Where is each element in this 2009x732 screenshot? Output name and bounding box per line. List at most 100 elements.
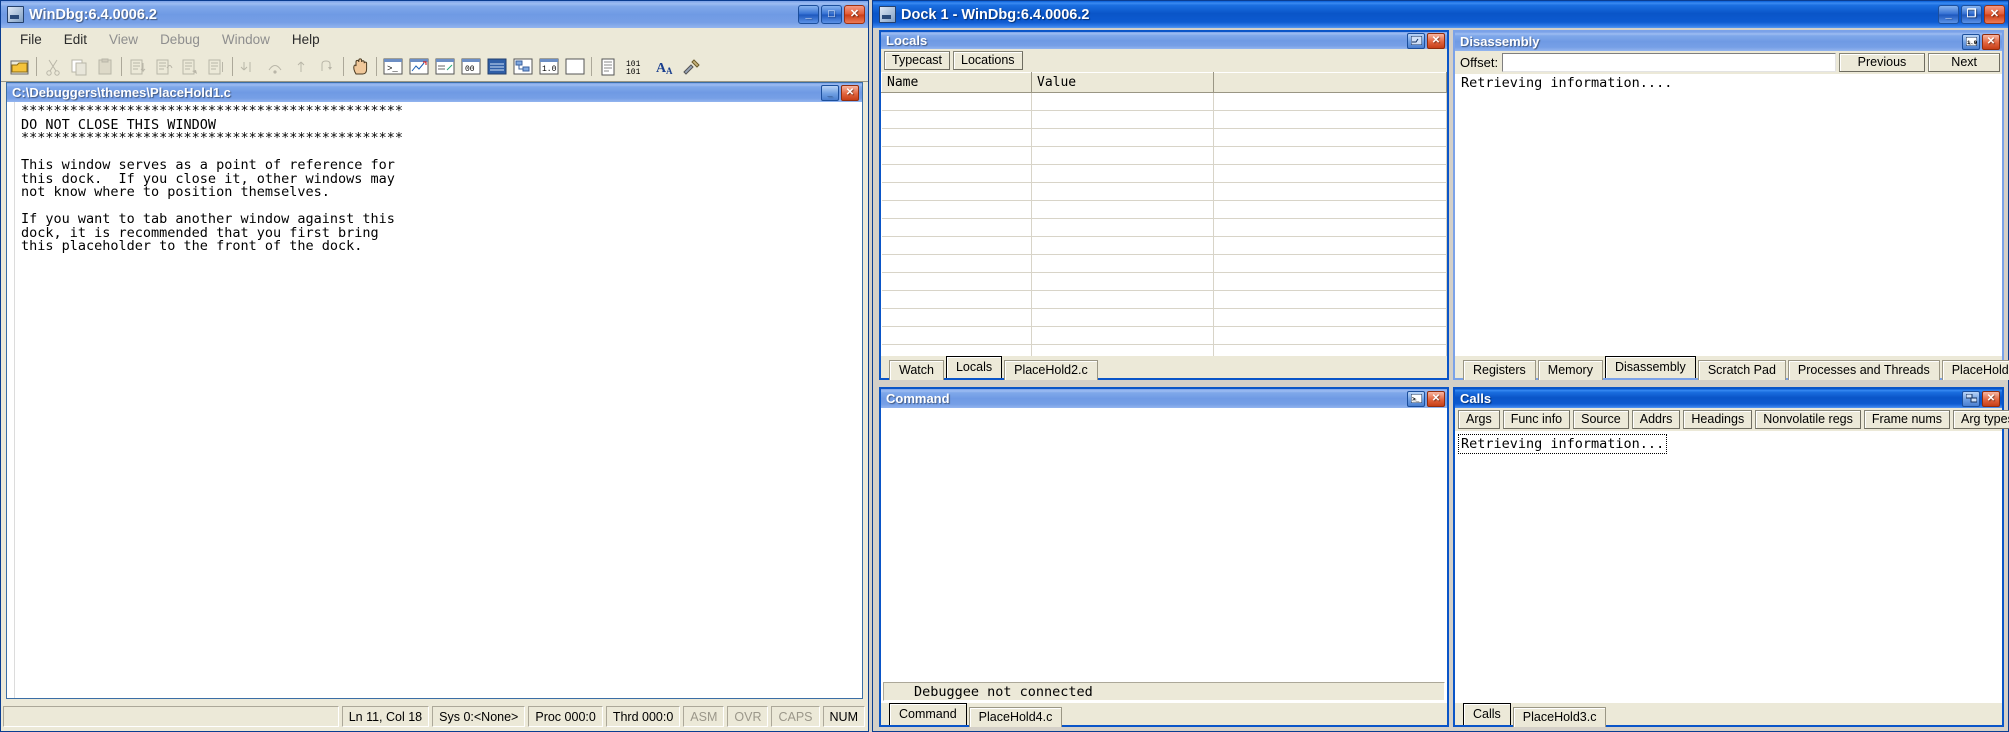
- cell[interactable]: [881, 254, 1032, 274]
- cell[interactable]: [1213, 92, 1447, 112]
- cell[interactable]: [1213, 308, 1447, 328]
- cell[interactable]: [881, 110, 1032, 130]
- typecast-button[interactable]: Typecast: [884, 51, 951, 71]
- calls-window-icon[interactable]: [511, 55, 535, 78]
- tab-watch[interactable]: Watch: [889, 360, 944, 380]
- cell[interactable]: [881, 128, 1032, 148]
- minimize-button[interactable]: _: [798, 5, 819, 24]
- arg-types-button[interactable]: Arg types: [1953, 410, 2009, 429]
- calls-close-button[interactable]: ✕: [1982, 390, 2000, 407]
- disassembly-window-icon[interactable]: 1.0: [537, 55, 561, 78]
- source-minimize-button[interactable]: _: [821, 84, 839, 101]
- break-source-icon[interactable]: [204, 55, 228, 78]
- frame-nums-button[interactable]: Frame nums: [1863, 410, 1951, 429]
- headings-button[interactable]: Headings: [1683, 410, 1753, 429]
- tab-locals[interactable]: Locals: [945, 356, 1003, 378]
- break-hand-icon[interactable]: [348, 55, 372, 78]
- next-button[interactable]: Next: [1928, 53, 2000, 72]
- step-over-icon[interactable]: [263, 55, 287, 78]
- locals-undock-icon[interactable]: [1407, 32, 1425, 49]
- dock-close-button[interactable]: ✕: [1984, 5, 2005, 24]
- source-button[interactable]: Source: [1573, 410, 1629, 429]
- column-header-name[interactable]: Name: [881, 72, 1032, 94]
- addrs-button[interactable]: Addrs: [1631, 410, 1681, 429]
- cell[interactable]: [1213, 110, 1447, 130]
- cell[interactable]: [1213, 146, 1447, 166]
- menu-debug[interactable]: Debug: [149, 30, 211, 49]
- tab-placehold2-c[interactable]: PlaceHold2.c: [1004, 360, 1098, 380]
- table-row[interactable]: [881, 164, 1447, 184]
- func-info-button[interactable]: Func info: [1502, 410, 1571, 429]
- tab-registers[interactable]: Registers: [1463, 360, 1536, 380]
- cell[interactable]: [881, 92, 1032, 112]
- cell[interactable]: [881, 200, 1032, 220]
- disassembly-close-button[interactable]: ✕: [1982, 33, 2000, 50]
- table-row[interactable]: [881, 308, 1447, 328]
- dock-app-icon[interactable]: [879, 6, 896, 23]
- cell[interactable]: [1031, 290, 1214, 310]
- tab-scratch-pad[interactable]: Scratch Pad: [1697, 360, 1786, 380]
- locals-grid-area[interactable]: Name Value: [881, 72, 1447, 356]
- open-folder-icon[interactable]: [8, 55, 32, 78]
- main-window-titlebar[interactable]: WinDbg:6.4.0006.2 _ □ ✕: [1, 1, 868, 28]
- font-icon[interactable]: AA: [654, 55, 678, 78]
- table-row[interactable]: [881, 128, 1447, 148]
- command-close-button[interactable]: ✕: [1427, 390, 1445, 407]
- dock-window-titlebar[interactable]: Dock 1 - WinDbg:6.4.0006.2 _ ❐ ✕: [873, 1, 2008, 28]
- cell[interactable]: [881, 308, 1032, 328]
- tab-calls[interactable]: Calls: [1463, 703, 1511, 725]
- cell[interactable]: [881, 344, 1032, 356]
- disassembly-undock-icon[interactable]: 1.0: [1962, 33, 1980, 50]
- column-header-value[interactable]: Value: [1031, 72, 1214, 94]
- locals-titlebar[interactable]: Locals ✕: [881, 32, 1447, 50]
- close-button[interactable]: ✕: [844, 5, 865, 24]
- disassembly-titlebar[interactable]: Disassembly 1.0 ✕: [1455, 32, 2002, 51]
- step-into-icon[interactable]: [237, 55, 261, 78]
- cell[interactable]: [1213, 128, 1447, 148]
- menu-edit[interactable]: Edit: [53, 30, 98, 49]
- source-close-button[interactable]: ✕: [841, 84, 859, 101]
- step-into-source-icon[interactable]: [126, 55, 150, 78]
- windbg-app-icon[interactable]: [7, 6, 24, 23]
- cell[interactable]: [881, 164, 1032, 184]
- cell[interactable]: [881, 146, 1032, 166]
- table-row[interactable]: [881, 92, 1447, 112]
- disassembly-output-text[interactable]: Retrieving information....: [1455, 74, 2002, 91]
- cell[interactable]: [881, 326, 1032, 346]
- tab-placehold3-c[interactable]: PlaceHold3.c: [1512, 707, 1607, 727]
- cell[interactable]: [1031, 200, 1214, 220]
- source-text-area[interactable]: ****************************************…: [7, 102, 862, 698]
- cell[interactable]: [1213, 200, 1447, 220]
- cell[interactable]: [881, 236, 1032, 256]
- go-up-icon[interactable]: [315, 55, 339, 78]
- numeric-base-icon[interactable]: 101 101: [622, 55, 652, 78]
- args-button[interactable]: Args: [1458, 410, 1500, 429]
- command-window-icon[interactable]: >_: [381, 55, 405, 78]
- table-row[interactable]: [881, 326, 1447, 346]
- cell[interactable]: [1213, 218, 1447, 238]
- cell[interactable]: [881, 272, 1032, 292]
- cell[interactable]: [1213, 236, 1447, 256]
- cell[interactable]: [1031, 218, 1214, 238]
- cell[interactable]: [1031, 272, 1214, 292]
- tab-placehold4-c[interactable]: PlaceHold4.c: [968, 707, 1063, 727]
- table-row[interactable]: [881, 146, 1447, 166]
- table-row[interactable]: [881, 254, 1447, 274]
- paste-icon[interactable]: [93, 55, 117, 78]
- locals-close-button[interactable]: ✕: [1427, 32, 1445, 49]
- cell[interactable]: [1213, 344, 1447, 356]
- dock-minimize-button[interactable]: _: [1938, 5, 1959, 24]
- menu-view[interactable]: View: [98, 30, 149, 49]
- cell[interactable]: [1213, 182, 1447, 202]
- table-row[interactable]: [881, 290, 1447, 310]
- tab-processes-and-threads[interactable]: Processes and Threads: [1787, 360, 1940, 380]
- cut-icon[interactable]: [41, 55, 65, 78]
- cell[interactable]: [1031, 326, 1214, 346]
- column-header-extra[interactable]: [1213, 72, 1447, 94]
- cell[interactable]: [1213, 164, 1447, 184]
- cell[interactable]: [1031, 182, 1214, 202]
- maximize-button[interactable]: □: [821, 5, 842, 24]
- cell[interactable]: [1031, 146, 1214, 166]
- run-to-cursor-source-icon[interactable]: [178, 55, 202, 78]
- menu-file[interactable]: File: [9, 30, 53, 49]
